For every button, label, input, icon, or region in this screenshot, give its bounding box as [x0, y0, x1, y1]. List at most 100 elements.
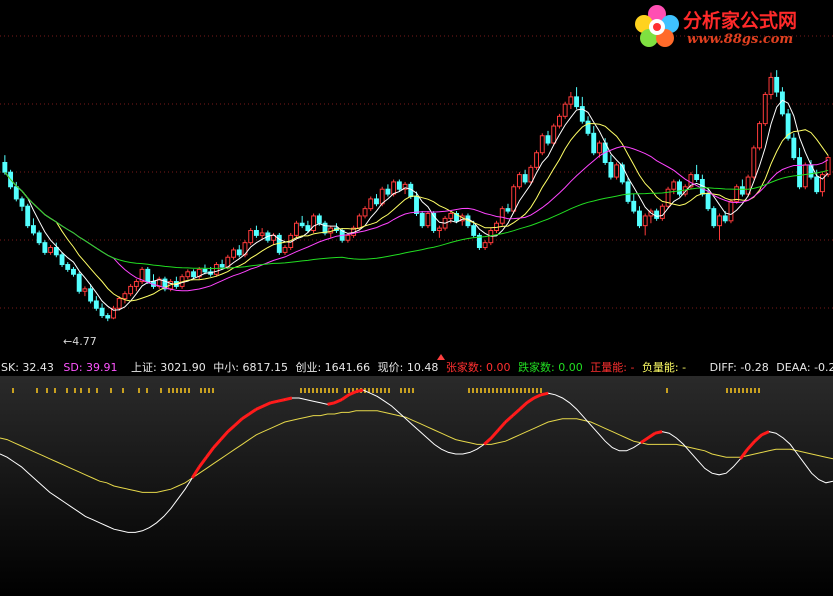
rising-count: 张家数: 0.00: [445, 361, 511, 374]
signal-marker: [344, 388, 346, 393]
candle-up: [751, 147, 757, 178]
candle-down: [694, 174, 700, 180]
signal-marker: [168, 388, 170, 393]
candle-up: [128, 285, 134, 295]
candle-up: [185, 271, 191, 278]
signal-marker: [88, 388, 90, 393]
signal-marker: [746, 388, 748, 393]
candle-down: [316, 215, 322, 224]
signal-marker: [758, 388, 760, 393]
rising-segment: [654, 430, 663, 435]
candle-down: [631, 200, 637, 212]
signal-marker: [524, 388, 526, 393]
signal-marker: [316, 388, 318, 393]
site-logo[interactable]: 分析家公式网 www.88gs.com: [629, 2, 829, 52]
candle-up: [534, 152, 540, 168]
indicator-status-bar: SK: 32.43 SD: 39.91 上证: 3021.90 中小: 6817…: [0, 360, 833, 376]
candle-down: [608, 161, 614, 178]
candle-down: [414, 196, 419, 215]
candle-up: [116, 298, 122, 309]
rising-segment: [355, 388, 364, 394]
candle-down: [625, 181, 631, 202]
candle-up: [562, 103, 568, 117]
candle-up: [213, 264, 219, 275]
chinext-index: 创业: 1641.66: [295, 361, 371, 374]
signal-marker: [520, 388, 522, 393]
signal-marker: [204, 388, 206, 393]
signal-marker: [184, 388, 186, 393]
signal-marker: [74, 388, 76, 393]
signal-marker: [336, 388, 338, 393]
rising-segment: [284, 396, 293, 402]
candle-down: [779, 91, 785, 115]
candle-down: [797, 157, 802, 188]
candle-down: [654, 210, 660, 219]
candle-down: [65, 264, 71, 270]
candle-up: [293, 222, 299, 236]
oscillator-chart[interactable]: [0, 376, 833, 596]
candle-down: [619, 164, 625, 183]
candle-up: [568, 96, 574, 105]
signal-marker: [380, 388, 382, 393]
grid-lines: [0, 35, 833, 309]
candle-down: [814, 176, 820, 193]
low-price-annotation: ←4.77: [63, 335, 97, 348]
signal-marker: [324, 388, 326, 393]
candle-up: [448, 213, 454, 219]
positive-volume-energy: 正量能: -: [590, 361, 635, 374]
logo-title: 分析家公式网: [683, 10, 798, 32]
candle-up: [425, 213, 431, 227]
signal-marker: [404, 388, 406, 393]
signal-marker: [308, 388, 310, 393]
candle-down: [59, 254, 65, 266]
signal-marker: [504, 388, 506, 393]
candle-up: [362, 208, 368, 217]
candle-down: [739, 186, 745, 195]
candle-up: [248, 230, 254, 244]
candle-up: [757, 123, 762, 149]
signal-marker: [532, 388, 534, 393]
candle-down: [545, 135, 551, 144]
signal-marker: [512, 388, 514, 393]
signal-marker: [146, 388, 148, 393]
signal-marker: [12, 388, 14, 393]
candle-down: [53, 247, 59, 256]
signal-marker: [750, 388, 752, 393]
candle-down: [385, 188, 391, 195]
signal-marker: [500, 388, 502, 393]
signal-marker: [372, 388, 374, 393]
signal-marker: [388, 388, 390, 393]
ma-slow-line: [4, 145, 829, 292]
price-chart[interactable]: [0, 0, 833, 360]
candle-up: [717, 215, 722, 227]
candle-up: [511, 186, 517, 212]
rising-segment: [277, 398, 286, 403]
deaa-value: DEAA: -0.21: [776, 361, 833, 374]
signal-marker: [172, 388, 174, 393]
signal-marker: [66, 388, 68, 393]
candle-up: [379, 188, 385, 205]
signal-marker: [496, 388, 498, 393]
signal-marker: [528, 388, 530, 393]
candle-down: [19, 198, 25, 207]
negative-volume-energy: 负量能: -: [641, 361, 687, 374]
candle-up: [671, 181, 677, 190]
candle-up: [133, 281, 139, 287]
signal-marker: [54, 388, 56, 393]
candle-down: [76, 273, 82, 292]
signal-marker: [742, 388, 744, 393]
signal-marker: [472, 388, 474, 393]
candle-up: [539, 135, 545, 154]
candle-down: [42, 242, 48, 253]
candle-down: [791, 137, 797, 159]
signal-marker: [122, 388, 124, 393]
signal-marker: [160, 388, 162, 393]
signal-marker: [540, 388, 542, 393]
logo-url: www.88gs.com: [687, 32, 794, 47]
signal-marker: [332, 388, 334, 393]
signal-marker: [488, 388, 490, 393]
signal-marker: [208, 388, 210, 393]
signal-marker: [300, 388, 302, 393]
signal-marker: [516, 388, 518, 393]
candle-down: [105, 315, 111, 319]
